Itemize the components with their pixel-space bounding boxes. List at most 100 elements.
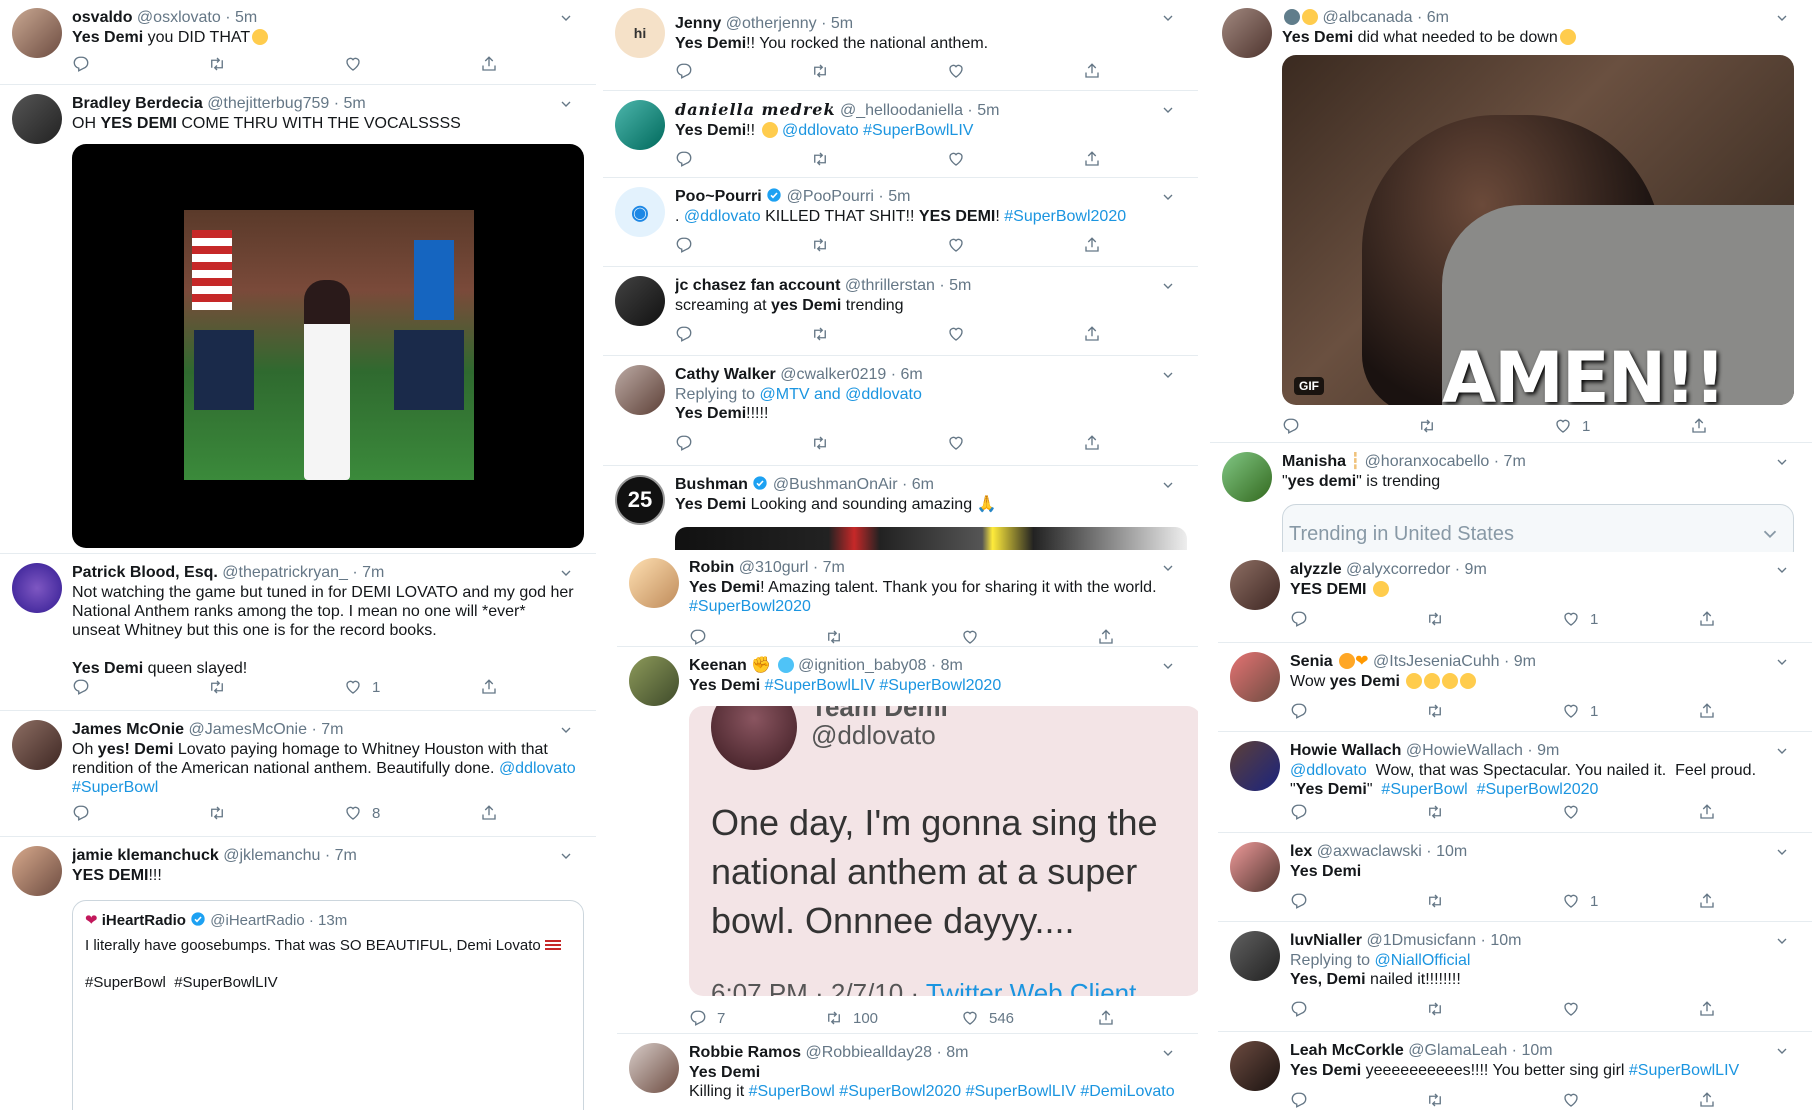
display-name[interactable]: Robin — [689, 559, 734, 576]
avatar[interactable] — [1222, 452, 1272, 502]
like-button[interactable] — [1562, 803, 1698, 821]
retweet-button[interactable] — [811, 236, 947, 254]
gif-media[interactable]: AMEN!! GIF — [1282, 55, 1794, 405]
tweet[interactable]: 25 Bushman @BushmanOnAir · 6m Yes Demi L… — [603, 467, 1198, 550]
reply-button[interactable] — [1290, 892, 1426, 910]
quoted-tweet[interactable]: ❤ iHeartRadio @iHeartRadio · 13m I liter… — [72, 900, 584, 1110]
share-button[interactable] — [1698, 892, 1812, 910]
handle[interactable]: @cwalker0219 · 6m — [780, 366, 923, 383]
like-button[interactable] — [947, 325, 1083, 343]
display-name[interactable]: Robbie Ramos — [689, 1044, 801, 1061]
tweet[interactable]: luvNialler @1Dmusicfann · 10m Replying t… — [1218, 923, 1812, 1032]
reply-button[interactable] — [689, 628, 825, 646]
retweet-button[interactable] — [1418, 417, 1554, 435]
share-button[interactable] — [1698, 1091, 1812, 1109]
handle[interactable]: @Robbieallday28 · 8m — [805, 1044, 968, 1061]
avatar[interactable]: hi — [615, 8, 665, 58]
tweet[interactable]: Keenan ✊ @ignition_baby08 · 8m Yes Demi … — [617, 648, 1198, 1034]
like-button[interactable]: 1 — [1562, 702, 1698, 720]
display-name[interactable]: lex — [1290, 843, 1312, 860]
mention-link[interactable]: @ddlovato — [782, 122, 859, 139]
display-name[interactable]: iHeartRadio — [102, 912, 186, 929]
share-button[interactable] — [1690, 417, 1812, 435]
hashtag-link[interactable]: #SuperBowl2020 — [1004, 208, 1126, 225]
reply-button[interactable] — [675, 62, 811, 80]
share-button[interactable] — [480, 804, 596, 822]
avatar[interactable] — [1230, 842, 1280, 892]
like-button[interactable] — [947, 62, 1083, 80]
avatar[interactable] — [615, 100, 665, 150]
tweet[interactable]: ◉ Poo~Pourri @PooPourri · 5m . @ddlovato… — [603, 179, 1198, 267]
share-button[interactable] — [1698, 1000, 1812, 1018]
display-name[interactable]: Senia — [1290, 653, 1333, 670]
like-button[interactable] — [947, 236, 1083, 254]
mention-link[interactable]: @ddlovato — [684, 208, 761, 225]
avatar[interactable] — [615, 276, 665, 326]
display-name[interactable]: osvaldo — [72, 9, 132, 26]
avatar[interactable] — [12, 94, 62, 144]
reply-button[interactable] — [72, 804, 208, 822]
handle[interactable]: @JamesMcOnie · 7m — [189, 721, 344, 738]
tweet[interactable]: Bradley Berdecia @thejitterbug759 · 5m O… — [0, 86, 596, 554]
tweet[interactable]: Robbie Ramos @Robbieallday28 · 8m Yes De… — [617, 1035, 1198, 1110]
retweet-button[interactable] — [811, 62, 947, 80]
reply-button[interactable] — [72, 678, 208, 696]
share-button[interactable] — [1083, 434, 1198, 452]
like-button[interactable]: 1 — [1562, 892, 1698, 910]
handle[interactable]: @ignition_baby08 · 8m — [798, 657, 963, 674]
avatar[interactable] — [615, 365, 665, 415]
reply-button[interactable] — [1290, 1000, 1426, 1018]
like-button[interactable]: 8 — [344, 804, 480, 822]
avatar[interactable] — [12, 563, 62, 613]
chevron-down-icon[interactable] — [1759, 523, 1781, 545]
retweet-button[interactable] — [1426, 1000, 1562, 1018]
reply-button[interactable]: 7 — [689, 1009, 825, 1027]
avatar[interactable] — [629, 558, 679, 608]
avatar[interactable] — [1230, 741, 1280, 791]
handle[interactable]: @BushmanOnAir · 6m — [773, 476, 934, 493]
handle[interactable]: @1Dmusicfann · 10m — [1366, 932, 1521, 949]
mention-link[interactable]: @ddlovato — [1290, 762, 1367, 779]
image-media[interactable]: Team Demi @ddlovato One day, I'm gonna s… — [689, 706, 1198, 996]
mention-link[interactable]: @NiallOfficial — [1375, 952, 1471, 969]
retweet-button[interactable] — [1426, 803, 1562, 821]
avatar[interactable] — [629, 656, 679, 706]
like-button[interactable] — [961, 628, 1097, 646]
handle[interactable]: @iHeartRadio · 13m — [210, 912, 347, 929]
handle[interactable]: @horanxocabello · 7m — [1365, 453, 1526, 470]
display-name[interactable]: Keenan — [689, 657, 747, 674]
tweet[interactable]: Howie Wallach @HowieWallach · 9m @ddlova… — [1218, 733, 1812, 833]
retweet-button[interactable] — [811, 325, 947, 343]
handle[interactable]: @otherjenny · 5m — [726, 15, 853, 32]
reply-button[interactable] — [72, 55, 208, 73]
tweet[interactable]: Patrick Blood, Esq. @thepatrickryan_ · 7… — [0, 555, 596, 711]
hashtag-link[interactable]: #SuperBowlLIV — [863, 122, 973, 139]
like-button[interactable] — [1562, 1091, 1698, 1109]
tweet[interactable]: lex @axwaclawski · 10m Yes Demi 1 — [1218, 834, 1812, 922]
handle[interactable]: @alyxcorredor · 9m — [1346, 561, 1487, 578]
hashtag-link[interactable]: #SuperBowlLIV — [1629, 1062, 1739, 1079]
video-media[interactable] — [72, 144, 584, 548]
hashtag-link[interactable]: #SuperBowl #SuperBowl2020 — [1381, 781, 1598, 798]
hashtag-link[interactable]: #SuperBowl2020 — [689, 597, 1178, 616]
reply-button[interactable] — [675, 434, 811, 452]
retweet-button[interactable] — [1426, 892, 1562, 910]
retweet-button[interactable] — [208, 55, 344, 73]
avatar[interactable] — [12, 720, 62, 770]
tweet[interactable]: jc chasez fan account @thrillerstan · 5m… — [603, 268, 1198, 356]
reply-button[interactable] — [1290, 1091, 1426, 1109]
avatar[interactable]: ◉ — [615, 187, 665, 237]
share-button[interactable] — [1083, 325, 1198, 343]
tweet[interactable]: Cathy Walker @cwalker0219 · 6m Replying … — [603, 357, 1198, 466]
tweet[interactable]: James McOnie @JamesMcOnie · 7m Oh yes! D… — [0, 712, 596, 837]
handle[interactable]: @PooPourri · 5m — [787, 188, 911, 205]
tweet[interactable]: jamie klemanchuck @jklemanchu · 7m YES D… — [0, 838, 596, 1110]
avatar[interactable] — [12, 846, 62, 896]
retweet-button[interactable] — [1426, 702, 1562, 720]
reply-button[interactable] — [1290, 610, 1426, 628]
like-button[interactable]: 546 — [961, 1009, 1097, 1027]
retweet-button[interactable] — [811, 434, 947, 452]
mention-link[interactable]: @MTV and @ddlovato — [760, 386, 922, 403]
like-button[interactable]: 1 — [344, 678, 480, 696]
display-name[interactable]: alyzzle — [1290, 561, 1342, 578]
